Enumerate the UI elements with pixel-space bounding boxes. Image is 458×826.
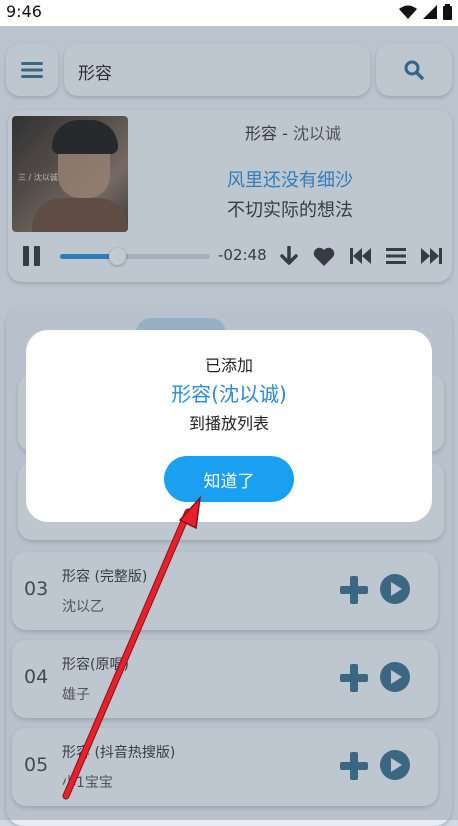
wifi-icon — [399, 5, 417, 19]
added-dialog: 已添加 形容(沈以诚) 到播放列表 知道了 — [26, 330, 432, 522]
dialog-destination: 到播放列表 — [188, 414, 269, 433]
status-icons — [399, 4, 452, 20]
dialog-message: 已添加 — [204, 356, 253, 375]
status-time: 9:46 — [6, 2, 42, 21]
signal-icon — [423, 5, 437, 19]
dialog-ok-button[interactable]: 知道了 — [164, 456, 294, 502]
status-bar: 9:46 — [0, 0, 458, 26]
dialog-song-name: 形容(沈以诚) — [171, 382, 287, 406]
battery-icon — [443, 4, 452, 20]
